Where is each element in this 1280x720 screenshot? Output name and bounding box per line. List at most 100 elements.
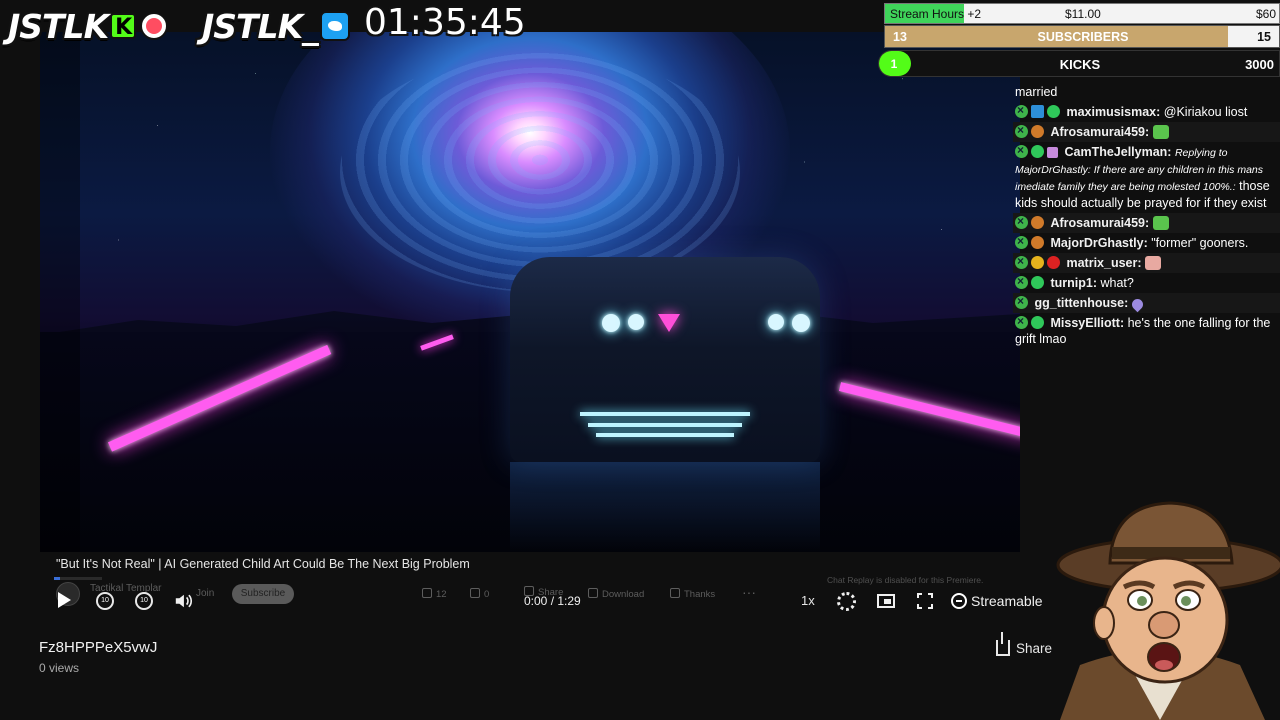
sub-badge-icon	[1031, 125, 1044, 138]
fs-corner	[928, 604, 933, 609]
kicks-goal: 1 KICKS 3000	[878, 50, 1280, 77]
chat-username[interactable]: Afrosamurai459:	[1050, 216, 1149, 230]
video-side-shade	[40, 32, 80, 552]
car-light	[602, 314, 620, 332]
gift-badge-icon	[1047, 147, 1058, 158]
video-frame[interactable]	[40, 32, 1020, 552]
synthwave-car	[510, 257, 820, 462]
chat-username[interactable]: gg_tittenhouse:	[1034, 296, 1128, 310]
twitter-bird-icon	[319, 11, 350, 41]
mod-badge-icon	[1015, 233, 1028, 249]
chat-message: maximusismax: @Kiriakou liost	[1013, 102, 1280, 122]
fs-corner	[917, 593, 922, 598]
chat-username[interactable]: MajorDrGhastly:	[1050, 236, 1147, 250]
chat-text: what?	[1100, 276, 1134, 290]
thanks-icon	[670, 588, 680, 598]
chat-username[interactable]: turnip1:	[1050, 276, 1097, 290]
rewind-10-button[interactable]: 10	[96, 592, 114, 610]
kicks-target: 3000	[1245, 57, 1274, 72]
join-button[interactable]: Join	[196, 588, 214, 599]
stream-hours-goal: Stream Hours +2 $11.00 $60	[884, 3, 1280, 24]
sub-badge-icon	[1047, 256, 1060, 269]
dislike-count: 0	[484, 589, 490, 600]
dislike-button[interactable]: 0	[470, 588, 489, 600]
chat-message: Afrosamurai459:	[1013, 213, 1280, 233]
volume-icon[interactable]	[174, 592, 192, 610]
car-light	[792, 314, 810, 332]
stream-hours-label: Stream Hours +2	[890, 7, 982, 21]
thumbs-up-icon	[422, 588, 432, 598]
mod-badge-icon	[1015, 213, 1028, 229]
kick-logo-icon: K	[110, 13, 137, 40]
chat-username[interactable]: Afrosamurai459:	[1050, 125, 1149, 139]
sub-badge-icon	[1031, 105, 1044, 118]
kicks-label: KICKS	[1059, 57, 1101, 72]
chat-text: "former" gooners.	[1151, 236, 1249, 250]
car-light	[768, 314, 784, 330]
fullscreen-icon[interactable]	[917, 593, 933, 609]
gear-icon[interactable]	[837, 592, 856, 611]
thumbs-down-icon	[470, 588, 480, 598]
emote-icon	[1152, 216, 1169, 230]
like-button[interactable]: 12	[422, 588, 447, 600]
streamable-label: Streamable	[971, 593, 1043, 609]
streamable-logo-icon	[951, 593, 967, 609]
chat-username[interactable]: matrix_user:	[1066, 256, 1141, 270]
stream-screen: "But It's Not Real" | AI Generated Child…	[0, 0, 1280, 720]
chat-text: @Kiriakou liost	[1163, 105, 1248, 119]
car-grill	[580, 412, 750, 416]
more-options-icon[interactable]: ···	[742, 584, 756, 600]
chat-message: gg_tittenhouse:	[1013, 293, 1280, 313]
progress-track[interactable]	[54, 577, 102, 580]
chat-username[interactable]: CamTheJellyman:	[1064, 145, 1171, 159]
kick-handle: JSTLK K	[8, 5, 169, 47]
twitter-handle-text: JSTLK_	[202, 6, 319, 46]
rewind-10-label: 10	[101, 597, 109, 604]
gift-count-badge-icon	[1031, 256, 1044, 269]
chat-username[interactable]: maximusismax:	[1066, 105, 1160, 119]
fs-corner	[928, 593, 933, 598]
mod-badge-icon	[1015, 313, 1028, 329]
chat-message: Afrosamurai459:	[1013, 122, 1280, 142]
download-icon	[588, 588, 598, 598]
streamer-avatar	[1056, 501, 1280, 720]
time-readout: 0:00 / 1:29	[524, 594, 581, 608]
car-grill	[588, 423, 742, 427]
subscribe-button[interactable]: Subscribe	[232, 584, 294, 604]
like-count: 12	[436, 589, 447, 600]
thanks-button[interactable]: Thanks	[670, 588, 715, 600]
fs-corner	[917, 604, 922, 609]
chat-username[interactable]: MissyElliott:	[1050, 316, 1124, 330]
car-emblem	[658, 314, 680, 332]
picture-in-picture-icon[interactable]	[877, 594, 895, 608]
stream-hours-target: $60	[1255, 7, 1276, 21]
galaxy-spiral	[340, 52, 740, 292]
chat-message: CamTheJellyman: Replying to MajorDrGhast…	[1013, 142, 1280, 213]
play-button[interactable]	[58, 592, 71, 608]
download-button[interactable]: Download	[588, 588, 644, 600]
verified-badge-icon	[1047, 105, 1060, 118]
chat-message: married	[1013, 82, 1280, 102]
chat-panel: married maximusismax: @Kiriakou liost Af…	[1013, 82, 1280, 408]
emote-icon	[1129, 296, 1145, 313]
emote-icon	[1152, 125, 1169, 139]
subscribers-label: SUBSCRIBERS	[1037, 30, 1129, 44]
stream-hours-current: $11.00	[1065, 7, 1101, 21]
forward-10-button[interactable]: 10	[135, 592, 153, 610]
record-icon	[140, 12, 169, 40]
subscribers-target: 15	[1257, 30, 1271, 44]
playback-speed-button[interactable]: 1x	[801, 593, 815, 608]
sub-badge-icon	[1031, 276, 1044, 289]
twitter-handle: JSTLK_	[202, 5, 350, 47]
view-count: 0 views	[39, 661, 80, 675]
sub-badge-icon	[1031, 216, 1044, 229]
streamable-link[interactable]: Streamable	[951, 593, 1043, 609]
car-reflection	[510, 462, 820, 552]
sub-badge-icon	[1031, 236, 1044, 249]
stream-clock: 01:35:45	[364, 2, 526, 43]
download-label: Download	[602, 589, 645, 600]
mod-badge-icon	[1015, 122, 1028, 138]
kick-handle-text: JSTLK	[8, 6, 109, 46]
mod-badge-icon	[1015, 293, 1028, 309]
emote-icon	[1145, 256, 1162, 270]
